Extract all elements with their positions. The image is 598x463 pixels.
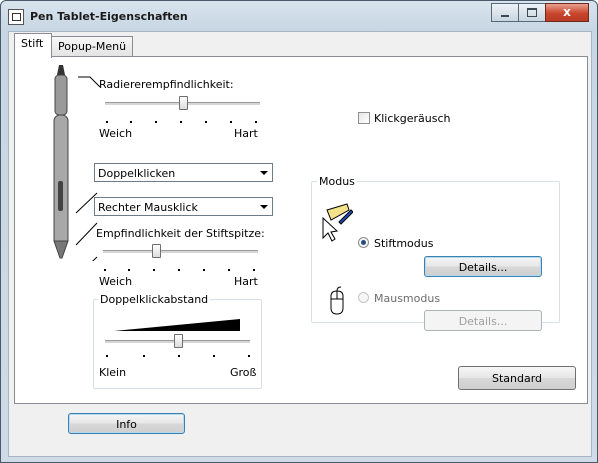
tip-sensitivity-slider[interactable] [151,244,161,258]
mouse-mode-radio[interactable] [358,292,369,303]
chevron-down-icon [260,171,268,175]
standard-button[interactable]: Standard [458,366,576,390]
tip-min-label: Weich [99,275,133,288]
distance-wedge-graphic [114,319,240,331]
app-window-icon [8,9,24,25]
pen-mode-details-button[interactable]: Details... [424,256,542,277]
pen-mode-radio[interactable] [358,237,369,248]
maximize-button[interactable] [518,3,546,22]
mode-group-label: Modus [317,175,357,188]
pen-mode-label[interactable]: Stiftmodus [374,237,433,250]
lower-button-function-value: Rechter Mausklick [98,201,198,214]
slider-tick [248,355,250,357]
slider-tick [130,121,132,123]
slider-tick [253,269,255,271]
close-icon: x [563,5,571,19]
slider-tick [213,355,215,357]
eraser-sensitivity-slider[interactable] [178,96,188,110]
slider-tick [203,269,205,271]
tip-max-label: Hart [234,275,258,288]
window-title: Pen Tablet-Eigenschaften [30,10,188,23]
upper-button-function-select[interactable]: Doppelklicken [94,163,273,182]
title-bar[interactable]: Pen Tablet-Eigenschaften x [1,1,597,31]
mouse-mode-details-button[interactable]: Details... [424,310,542,331]
upper-button-function-value: Doppelklicken [98,167,176,180]
slider-tick [228,269,230,271]
slider-tick [178,355,180,357]
chevron-down-icon [260,205,268,209]
pen-illustration [53,65,101,261]
tab-popup-menu[interactable]: Popup-Menü [51,36,134,57]
slider-tick [230,121,232,123]
slider-tick [155,121,157,123]
info-button[interactable]: Info [68,413,185,434]
slider-tick [104,269,106,271]
close-button[interactable]: x [545,3,589,22]
slider-tick [128,269,130,271]
lower-button-function-select[interactable]: Rechter Mausklick [94,197,273,216]
distance-max-label: Groß [230,366,257,379]
mouse-mode-label[interactable]: Mausmodus [374,292,440,305]
slider-tick [180,121,182,123]
slider-tick [106,355,108,357]
slider-tick [205,121,207,123]
tab-stift[interactable]: Stift [14,33,52,58]
slider-tick [153,269,155,271]
pen-cursor-icon [322,203,353,242]
properties-window: Pen Tablet-Eigenschaften x Stift Popup-M… [0,0,598,463]
distance-min-label: Klein [99,366,127,379]
slider-tick [178,269,180,271]
eraser-max-label: Hart [234,127,258,140]
pen-settings-panel: Radiererempfindlichkeit: Weich Hart Klic… [14,56,588,404]
eraser-sensitivity-label: Radiererempfindlichkeit: [99,78,234,91]
minimize-button[interactable] [491,3,519,22]
slider-tick [255,121,257,123]
slider-tick [106,121,108,123]
tip-sensitivity-track [103,250,258,254]
double-click-distance-label: Doppelklickabstand [98,293,211,306]
tip-sensitivity-label: Empfindlichkeit der Stiftspitze: [96,227,265,240]
slider-tick [143,355,145,357]
mouse-icon [330,286,344,315]
click-sound-checkbox[interactable] [358,112,370,124]
click-sound-label[interactable]: Klickgeräusch [374,112,450,125]
window-controls: x [491,3,589,22]
eraser-min-label: Weich [99,127,133,140]
dialog-client-area: Stift Popup-Menü Radiererempfindlichkeit… [8,31,592,457]
double-click-distance-slider[interactable] [173,334,183,348]
